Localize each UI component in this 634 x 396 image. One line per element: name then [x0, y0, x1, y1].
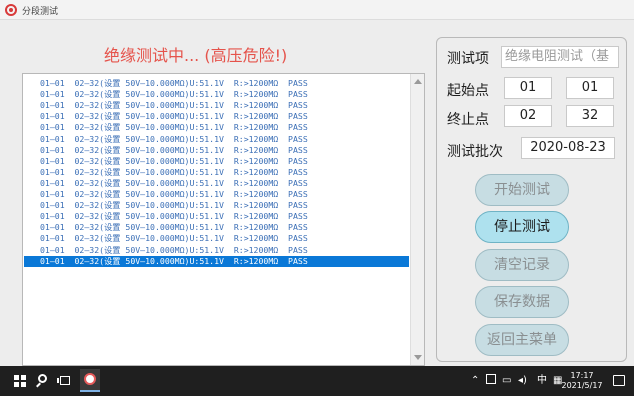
scroll-up-arrow-icon[interactable]	[414, 79, 422, 84]
chevron-up-icon[interactable]: ⌃	[471, 375, 479, 387]
return-main-menu-button[interactable]: 返回主菜单	[475, 324, 569, 356]
log-entry[interactable]: 01—01 02—32(设置 50V—10.000MΩ)U:51.1V R:>1…	[24, 255, 409, 267]
log-entry[interactable]: 01—01 02—32(设置 50V—10.000MΩ)U:51.1V R:>1…	[24, 222, 409, 233]
log-entry[interactable]: 01—01 02—32(设置 50V—10.000MΩ)U:51.1V R:>1…	[24, 111, 409, 122]
app-logo-icon	[5, 4, 17, 16]
clock-date: 2021/5/17	[561, 381, 603, 390]
start-point-a-field[interactable]: 01	[504, 77, 552, 99]
taskbar: ⌃ ▭ ◂) 中 ▦ 17:17 2021/5/17	[0, 366, 634, 396]
log-entry[interactable]: 01—01 02—32(设置 50V—10.000MΩ)U:51.1V R:>1…	[24, 122, 409, 133]
log-entry[interactable]: 01—01 02—32(设置 50V—10.000MΩ)U:51.1V R:>1…	[24, 189, 409, 200]
search-icon[interactable]	[38, 374, 47, 383]
start-test-button[interactable]: 开始测试	[475, 174, 569, 206]
windows-start-icon[interactable]	[14, 375, 26, 387]
power-icon[interactable]: ▭	[502, 375, 511, 387]
log-entry[interactable]: 01—01 02—32(设置 50V—10.000MΩ)U:51.1V R:>1…	[24, 178, 409, 189]
main-area: 绝缘测试中... (高压危险!) 01—01 02—32(设置 50V—10.0…	[0, 20, 634, 366]
test-item-field[interactable]: 绝缘电阻测试（基	[501, 46, 619, 68]
notification-icon[interactable]	[613, 375, 625, 386]
end-point-label: 终止点	[447, 112, 489, 128]
save-data-button[interactable]: 保存数据	[475, 286, 569, 318]
log-entry[interactable]: 01—01 02—32(设置 50V—10.000MΩ)U:51.1V R:>1…	[24, 134, 409, 145]
log-scrollbar[interactable]	[410, 74, 424, 365]
start-point-label: 起始点	[447, 83, 489, 99]
log-entry[interactable]: 01—01 02—32(设置 50V—10.000MΩ)U:51.1V R:>1…	[24, 211, 409, 222]
network-icon[interactable]	[486, 374, 496, 384]
log-entry[interactable]: 01—01 02—32(设置 50V—10.000MΩ)U:51.1V R:>1…	[24, 245, 409, 256]
log-entry[interactable]: 01—01 02—32(设置 50V—10.000MΩ)U:51.1V R:>1…	[24, 78, 409, 89]
system-clock[interactable]: 17:17 2021/5/17	[558, 371, 606, 391]
task-view-icon[interactable]	[57, 376, 70, 385]
title-bar: 分段测试	[0, 0, 634, 20]
test-log-list[interactable]: 01—01 02—32(设置 50V—10.000MΩ)U:51.1V R:>1…	[22, 73, 425, 366]
log-entry[interactable]: 01—01 02—32(设置 50V—10.000MΩ)U:51.1V R:>1…	[24, 200, 409, 211]
clear-records-button[interactable]: 清空记录	[475, 249, 569, 281]
taskbar-app-button[interactable]	[80, 369, 100, 392]
stop-test-button[interactable]: 停止测试	[475, 211, 569, 243]
test-status-heading: 绝缘测试中... (高压危险!)	[104, 46, 288, 65]
log-entry[interactable]: 01—01 02—32(设置 50V—10.000MΩ)U:51.1V R:>1…	[24, 233, 409, 244]
end-point-a-field[interactable]: 02	[504, 105, 552, 127]
test-batch-field[interactable]: 2020-08-23	[521, 137, 615, 159]
end-point-b-field[interactable]: 32	[566, 105, 614, 127]
log-entry[interactable]: 01—01 02—32(设置 50V—10.000MΩ)U:51.1V R:>1…	[24, 145, 409, 156]
start-point-b-field[interactable]: 01	[566, 77, 614, 99]
volume-icon[interactable]: ◂)	[518, 375, 527, 387]
scroll-down-arrow-icon[interactable]	[414, 355, 422, 360]
ime-indicator[interactable]: 中	[537, 375, 547, 387]
window-title: 分段测试	[22, 7, 59, 17]
test-batch-label: 测试批次	[447, 144, 503, 160]
log-entry[interactable]: 01—01 02—32(设置 50V—10.000MΩ)U:51.1V R:>1…	[24, 100, 409, 111]
clock-time: 17:17	[570, 371, 594, 380]
log-entry[interactable]: 01—01 02—32(设置 50V—10.000MΩ)U:51.1V R:>1…	[24, 156, 409, 167]
log-entry[interactable]: 01—01 02—32(设置 50V—10.000MΩ)U:51.1V R:>1…	[24, 167, 409, 178]
log-entry[interactable]: 01—01 02—32(设置 50V—10.000MΩ)U:51.1V R:>1…	[24, 89, 409, 100]
app-logo-icon	[84, 373, 96, 385]
test-item-label: 测试项	[447, 51, 489, 67]
